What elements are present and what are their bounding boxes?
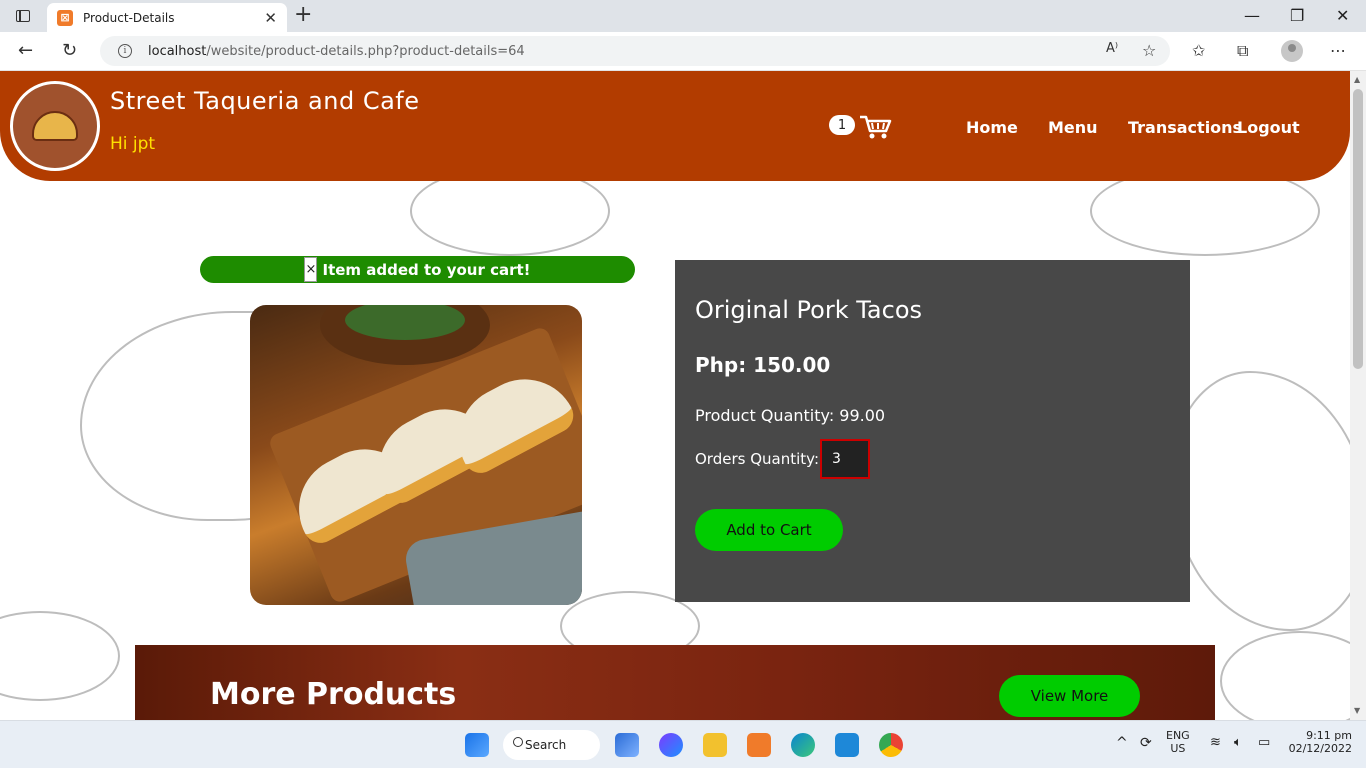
nav-home[interactable]: Home: [966, 118, 1018, 137]
scroll-thumb[interactable]: [1353, 89, 1363, 369]
windows-start-icon[interactable]: [465, 733, 489, 757]
nav-menu[interactable]: Menu: [1048, 118, 1098, 137]
xampp-icon[interactable]: [747, 733, 771, 757]
xampp-icon: ⊠: [57, 9, 73, 26]
chrome-icon[interactable]: [879, 733, 903, 757]
new-tab-icon[interactable]: +: [294, 4, 312, 26]
site-info-icon[interactable]: i: [118, 44, 132, 58]
lang-top: ENG: [1166, 729, 1190, 742]
product-details-panel: Original Pork Tacos Php: 150.00 Product …: [675, 260, 1190, 602]
refresh-icon[interactable]: ↻: [62, 40, 77, 61]
page-viewport: Street Taqueria and Cafe Hi jpt 1 Home M…: [0, 71, 1350, 720]
nav-logout[interactable]: Logout: [1237, 118, 1300, 137]
language-indicator[interactable]: ENG US: [1166, 729, 1190, 755]
close-window-icon[interactable]: ✕: [1336, 6, 1349, 25]
url-path: /website/product-details.php?product-det…: [206, 43, 525, 59]
more-products-title: More Products: [210, 677, 457, 712]
minimize-icon[interactable]: —: [1244, 6, 1260, 25]
more-products-banner: More Products View More: [135, 645, 1215, 720]
wifi-icon[interactable]: ≋: [1210, 735, 1221, 750]
read-aloud-icon[interactable]: A⁾: [1106, 41, 1118, 56]
tab-actions-icon[interactable]: [10, 6, 36, 26]
tab-title: Product-Details: [83, 10, 175, 25]
taco-doodle: [1170, 371, 1350, 631]
success-alert: × Item added to your cart!: [200, 256, 635, 283]
orders-quantity-label: Orders Quantity:: [695, 450, 819, 468]
add-favorite-icon[interactable]: ☆: [1142, 41, 1156, 60]
product-price: Php: 150.00: [695, 353, 831, 377]
photos-app-icon[interactable]: [615, 733, 639, 757]
clock[interactable]: 9:11 pm 02/12/2022: [1288, 729, 1352, 755]
taco-doodle: [1220, 631, 1350, 720]
show-hidden-icons[interactable]: ^: [1116, 735, 1128, 751]
nav-transactions[interactable]: Transactions: [1128, 118, 1242, 137]
lang-bottom: US: [1170, 742, 1186, 755]
add-to-cart-button[interactable]: Add to Cart: [695, 509, 843, 551]
page-scrollbar[interactable]: ▲ ▼: [1350, 71, 1366, 720]
clock-date: 02/12/2022: [1288, 742, 1352, 755]
more-options-icon[interactable]: ⋯: [1330, 41, 1346, 60]
browser-tab-bar: ⊠ Product-Details ✕ + — ❐ ✕: [0, 0, 1366, 32]
alert-message: Item added to your cart!: [322, 260, 531, 279]
clock-time: 9:11 pm: [1306, 729, 1352, 742]
taco-icon: [32, 111, 78, 141]
brand-name: Street Taqueria and Cafe: [110, 87, 420, 115]
product-image: [250, 305, 582, 605]
orders-quantity-input[interactable]: [820, 439, 870, 479]
scroll-down-icon[interactable]: ▼: [1354, 706, 1360, 715]
messenger-icon[interactable]: [659, 733, 683, 757]
url-host: localhost: [148, 43, 207, 59]
windows-taskbar: Search ^ ⟳ ENG US ≋ 🔈︎ ▭ 9:11 pm 02/12/2…: [0, 720, 1366, 768]
search-icon: [513, 737, 523, 747]
favorites-icon[interactable]: ✩: [1192, 41, 1205, 60]
tab-close-icon[interactable]: ✕: [264, 9, 277, 27]
product-quantity: Product Quantity: 99.00: [695, 406, 886, 425]
back-icon[interactable]: ←: [18, 40, 33, 61]
taskbar-search-label: Search: [525, 738, 567, 752]
file-explorer-icon[interactable]: [703, 733, 727, 757]
taco-doodle: [0, 611, 120, 701]
address-bar-row: ← ↻ i localhost/website/product-details.…: [0, 32, 1366, 71]
taskbar-search[interactable]: Search: [503, 730, 600, 760]
site-header: Street Taqueria and Cafe Hi jpt 1 Home M…: [0, 71, 1350, 181]
restore-icon[interactable]: ❐: [1290, 6, 1304, 25]
product-name: Original Pork Tacos: [695, 296, 923, 324]
profile-avatar[interactable]: [1281, 40, 1303, 62]
edge-icon[interactable]: [791, 733, 815, 757]
vscode-icon[interactable]: [835, 733, 859, 757]
cart-count-badge: 1: [829, 115, 855, 135]
cart-icon[interactable]: [858, 113, 892, 141]
scroll-up-icon[interactable]: ▲: [1354, 75, 1360, 84]
url-field[interactable]: i localhost/website/product-details.php?…: [100, 36, 1170, 66]
browser-tab[interactable]: ⊠ Product-Details ✕: [47, 3, 287, 32]
volume-icon[interactable]: 🔈︎: [1234, 735, 1242, 750]
alert-close-button[interactable]: ×: [304, 257, 318, 282]
view-more-button[interactable]: View More: [999, 675, 1140, 717]
battery-icon[interactable]: ▭: [1258, 735, 1270, 750]
brand-logo[interactable]: [10, 81, 100, 171]
collections-icon[interactable]: ⧉: [1237, 41, 1248, 61]
user-greeting: Hi jpt: [110, 134, 156, 154]
sync-icon[interactable]: ⟳: [1140, 735, 1152, 751]
